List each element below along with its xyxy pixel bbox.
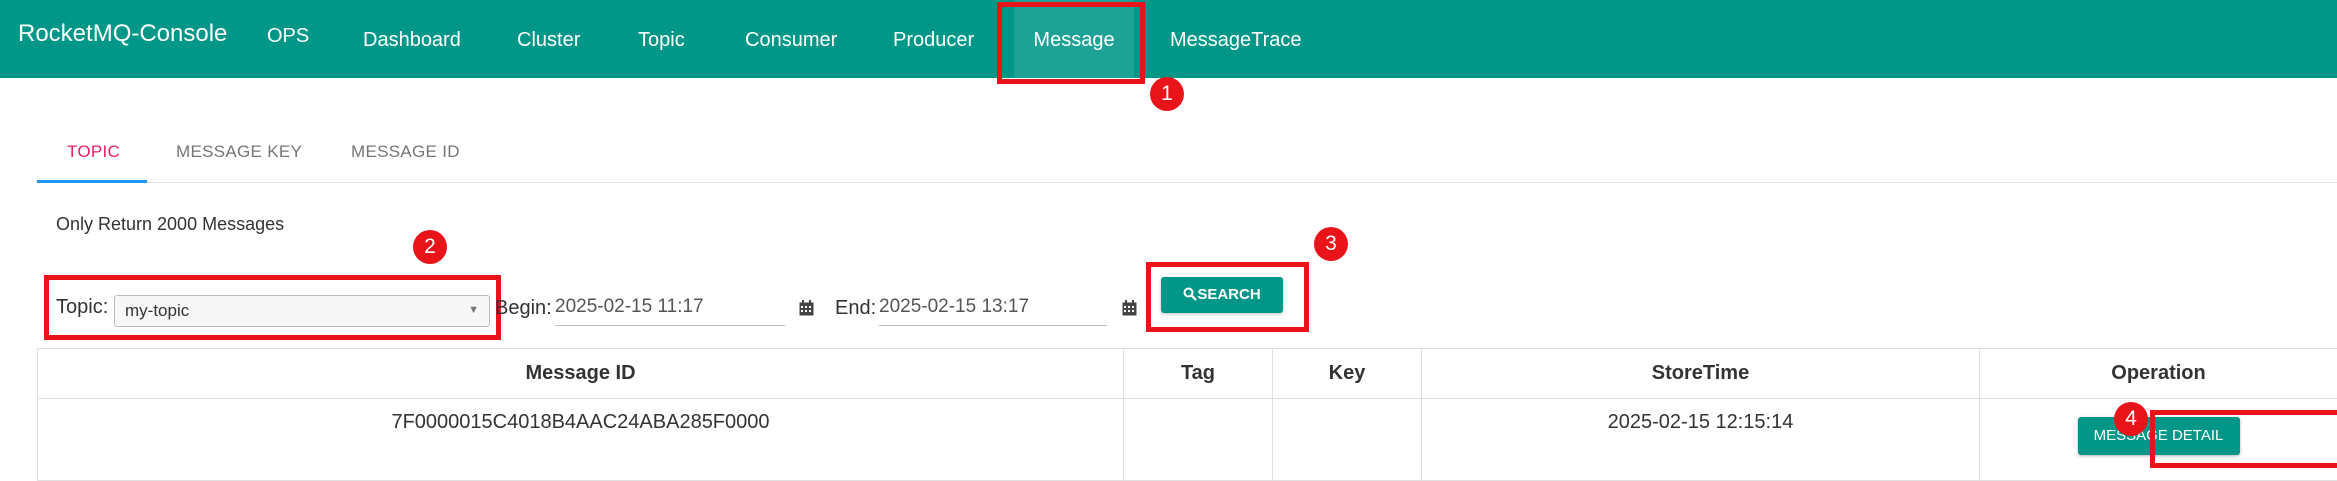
end-date-input[interactable]: 2025-02-15 13:17 bbox=[879, 292, 1107, 326]
cell-key bbox=[1273, 399, 1422, 481]
tab-topic[interactable]: TOPIC bbox=[67, 142, 120, 162]
nav-messagetrace[interactable]: MessageTrace bbox=[1152, 0, 1320, 78]
annotation-marker-3: 3 bbox=[1314, 227, 1348, 261]
annotation-box-4 bbox=[2150, 410, 2337, 468]
column-header-storetime: StoreTime bbox=[1422, 349, 1980, 399]
cell-storetime: 2025-02-15 12:15:14 bbox=[1422, 399, 1980, 481]
message-table: Message ID Tag Key StoreTime Operation 7… bbox=[37, 348, 2337, 481]
end-label: End: bbox=[835, 297, 876, 320]
table-header-row: Message ID Tag Key StoreTime Operation bbox=[38, 349, 2337, 399]
tab-message-key[interactable]: MESSAGE KEY bbox=[176, 142, 302, 162]
nav-ops[interactable]: OPS bbox=[249, 0, 327, 78]
nav-dashboard[interactable]: Dashboard bbox=[345, 0, 479, 78]
cell-message-id: 7F0000015C4018B4AAC24ABA285F0000 bbox=[38, 399, 1124, 481]
nav-topic[interactable]: Topic bbox=[620, 0, 703, 78]
begin-label: Begin: bbox=[495, 297, 552, 320]
brand-logo[interactable]: RocketMQ-Console bbox=[18, 20, 227, 48]
result-limit-note: Only Return 2000 Messages bbox=[56, 214, 284, 235]
search-icon bbox=[1183, 287, 1197, 301]
calendar-icon[interactable] bbox=[1122, 300, 1137, 316]
topic-select-value: my-topic bbox=[125, 301, 189, 320]
cell-tag bbox=[1124, 399, 1273, 481]
nav-consumer[interactable]: Consumer bbox=[727, 0, 855, 78]
topic-select[interactable]: my-topic ▼ bbox=[114, 295, 490, 327]
column-header-message-id: Message ID bbox=[38, 349, 1124, 399]
annotation-marker-2: 2 bbox=[413, 230, 447, 264]
column-header-operation: Operation bbox=[1980, 349, 2337, 399]
annotation-marker-4: 4 bbox=[2114, 402, 2148, 436]
table-row: 7F0000015C4018B4AAC24ABA285F0000 2025-02… bbox=[38, 399, 2337, 481]
annotation-marker-1: 1 bbox=[1150, 77, 1184, 111]
nav-producer[interactable]: Producer bbox=[875, 0, 992, 78]
chevron-down-icon: ▼ bbox=[468, 304, 479, 316]
top-navbar: RocketMQ-Console OPS Dashboard Cluster T… bbox=[0, 0, 2337, 78]
active-tab-indicator bbox=[37, 180, 147, 183]
tabs-divider bbox=[37, 182, 2337, 183]
calendar-icon[interactable] bbox=[799, 300, 814, 316]
column-header-tag: Tag bbox=[1124, 349, 1273, 399]
search-button-label: SEARCH bbox=[1197, 286, 1260, 303]
topic-label: Topic: bbox=[56, 296, 108, 319]
begin-date-input[interactable]: 2025-02-15 11:17 bbox=[555, 292, 785, 326]
column-header-key: Key bbox=[1273, 349, 1422, 399]
nav-cluster[interactable]: Cluster bbox=[499, 0, 598, 78]
search-button[interactable]: SEARCH bbox=[1161, 277, 1283, 313]
tab-message-id[interactable]: MESSAGE ID bbox=[351, 142, 460, 162]
annotation-box-1 bbox=[997, 2, 1145, 84]
